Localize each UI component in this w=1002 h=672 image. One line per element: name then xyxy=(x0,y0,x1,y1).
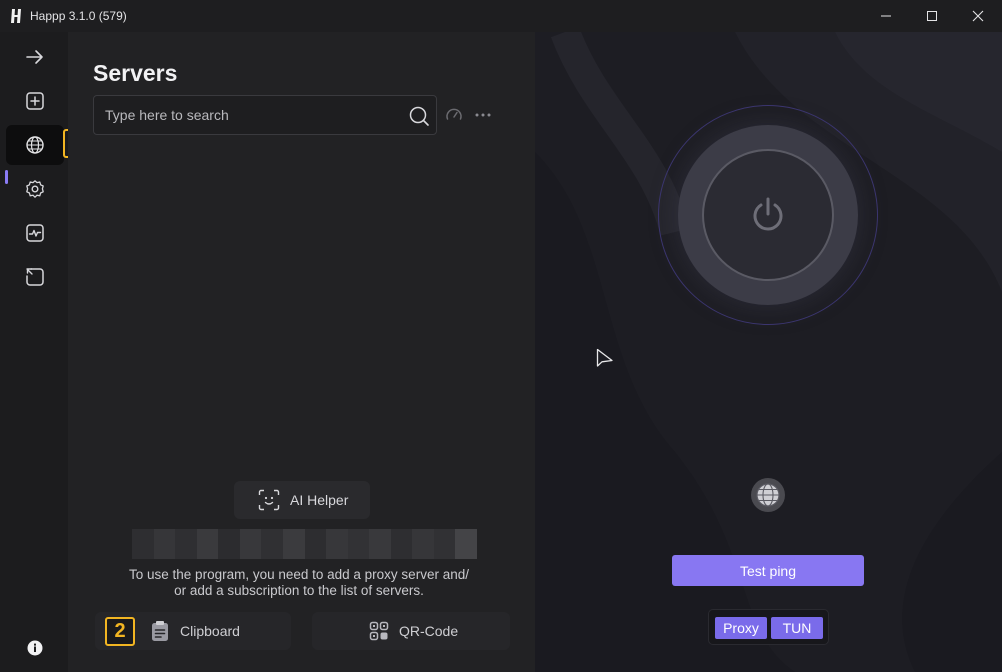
import-icon xyxy=(26,268,44,286)
qr-code-icon xyxy=(369,621,389,641)
close-button[interactable] xyxy=(955,0,1001,32)
mode-toggle: Proxy TUN xyxy=(708,609,829,645)
app-logo-icon xyxy=(11,9,21,23)
maximize-button[interactable] xyxy=(909,0,955,32)
nav-rail: 1 xyxy=(0,32,93,672)
ai-helper-label: AI Helper xyxy=(290,492,349,508)
power-button[interactable] xyxy=(702,149,834,281)
title-bar: Happp 3.1.0 (579) xyxy=(0,0,1002,32)
qr-code-button[interactable]: QR-Code xyxy=(312,612,510,650)
mode-proxy-button[interactable]: Proxy xyxy=(715,617,767,639)
close-icon xyxy=(972,10,984,22)
rail-item-connect[interactable] xyxy=(6,37,64,77)
empty-message-line-1: To use the program, you need to add a pr… xyxy=(129,567,469,582)
info-button[interactable] xyxy=(27,640,43,661)
search-input[interactable] xyxy=(105,107,395,123)
empty-message-line-2: or add a subscription to the list of ser… xyxy=(174,583,424,598)
add-square-icon xyxy=(26,92,44,110)
clipboard-label: Clipboard xyxy=(180,623,240,639)
redacted-region xyxy=(132,529,477,559)
window-title: Happp 3.1.0 (579) xyxy=(30,9,127,23)
rail-item-settings[interactable] xyxy=(6,169,64,209)
location-globe-button[interactable] xyxy=(751,478,785,512)
arrow-right-icon xyxy=(26,50,43,64)
search-box[interactable] xyxy=(93,95,437,135)
power-icon xyxy=(753,197,783,231)
globe-icon xyxy=(26,136,44,154)
qr-code-label: QR-Code xyxy=(399,623,459,639)
empty-state-message: To use the program, you need to add a pr… xyxy=(108,567,490,599)
minimize-button[interactable] xyxy=(863,0,909,32)
rail-item-stats[interactable] xyxy=(6,213,64,253)
rail-item-servers[interactable] xyxy=(6,125,64,165)
gear-icon xyxy=(26,180,44,198)
servers-panel: Servers AI Helper To use the program, yo… xyxy=(68,32,535,672)
minimize-icon xyxy=(881,15,891,17)
globe-icon xyxy=(756,483,780,507)
more-icon[interactable] xyxy=(473,106,493,124)
mode-tun-button[interactable]: TUN xyxy=(771,617,823,639)
rail-item-add[interactable] xyxy=(6,81,64,121)
activity-chart-icon xyxy=(26,224,44,242)
search-icon[interactable] xyxy=(408,105,430,127)
info-icon xyxy=(27,640,43,656)
clipboard-icon xyxy=(152,621,168,641)
maximize-icon xyxy=(927,11,937,21)
annotation-badge-2: 2 xyxy=(105,617,135,646)
ai-helper-button[interactable]: AI Helper xyxy=(234,481,370,519)
page-title: Servers xyxy=(93,60,178,86)
rail-item-import[interactable] xyxy=(6,257,64,297)
test-ping-button[interactable]: Test ping xyxy=(672,555,864,586)
ai-face-icon xyxy=(258,489,280,511)
speedometer-icon[interactable] xyxy=(445,106,463,124)
mouse-cursor-icon xyxy=(596,348,613,367)
